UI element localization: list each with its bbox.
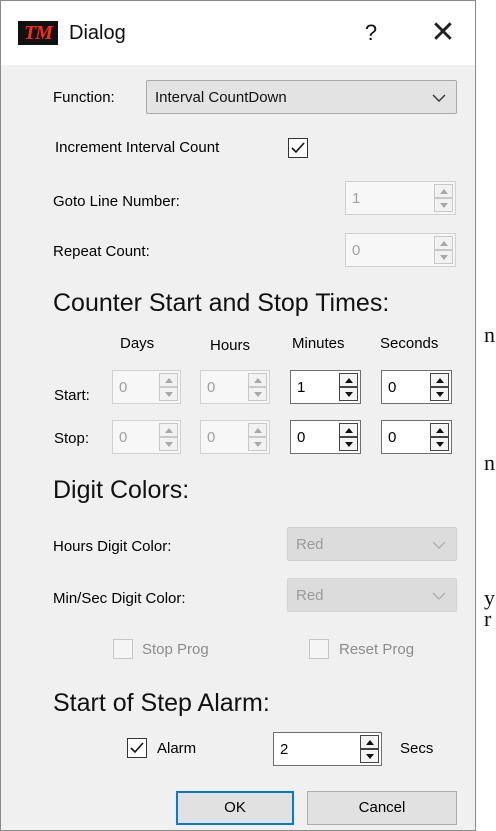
spin-up-icon[interactable] bbox=[430, 373, 449, 387]
min-sec-digit-color-label: Min/Sec Digit Color: bbox=[53, 590, 186, 607]
spin-down-icon[interactable] bbox=[339, 387, 358, 401]
ok-button[interactable]: OK bbox=[176, 791, 294, 825]
cancel-button[interactable]: Cancel bbox=[307, 791, 457, 825]
counter-section-heading: Counter Start and Stop Times: bbox=[53, 289, 390, 317]
title-bar: TM Dialog ? ✕ bbox=[1, 1, 475, 65]
increment-checkbox[interactable] bbox=[288, 138, 308, 158]
spin-down-icon[interactable] bbox=[248, 387, 267, 401]
start-days-value: 0 bbox=[119, 379, 128, 396]
goto-line-spinbox[interactable]: 1 bbox=[345, 181, 456, 215]
alarm-label: Alarm bbox=[157, 740, 197, 757]
stop-row-label: Stop: bbox=[54, 430, 90, 447]
spin-down-icon[interactable] bbox=[430, 387, 449, 401]
digit-colors-heading: Digit Colors: bbox=[53, 476, 190, 504]
stop-prog-label: Stop Prog bbox=[142, 641, 209, 658]
chevron-down-icon bbox=[432, 94, 446, 102]
start-minutes-spinbox[interactable]: 1 bbox=[290, 370, 361, 404]
goto-line-label: Goto Line Number: bbox=[53, 193, 180, 210]
checkmark-icon bbox=[130, 742, 144, 754]
spin-up-icon[interactable] bbox=[159, 423, 178, 437]
spin-up-icon[interactable] bbox=[339, 423, 358, 437]
spin-up-icon[interactable] bbox=[339, 373, 358, 387]
start-hours-spinbox[interactable]: 0 bbox=[200, 370, 270, 404]
stop-hours-value: 0 bbox=[207, 429, 216, 446]
min-sec-digit-color-dropdown[interactable]: Red bbox=[287, 578, 457, 612]
alarm-unit-label: Secs bbox=[400, 740, 434, 757]
dialog-window: TM Dialog ? ✕ Function: Interval CountDo… bbox=[0, 0, 476, 831]
stop-days-spinbox[interactable]: 0 bbox=[112, 420, 181, 454]
hours-digit-color-value: Red bbox=[296, 536, 324, 553]
spin-down-icon[interactable] bbox=[248, 437, 267, 451]
alarm-section-heading: Start of Step Alarm: bbox=[53, 689, 270, 717]
repeat-count-value: 0 bbox=[352, 242, 361, 259]
spin-up-icon[interactable] bbox=[434, 236, 453, 250]
spin-up-icon[interactable] bbox=[248, 423, 267, 437]
background-text-fragment: n bbox=[484, 322, 495, 347]
dialog-title: Dialog bbox=[69, 22, 126, 44]
alarm-checkbox[interactable] bbox=[127, 738, 147, 758]
background-text-fragment: r bbox=[484, 606, 492, 631]
spin-up-icon[interactable] bbox=[434, 184, 453, 198]
stop-minutes-value: 0 bbox=[297, 429, 306, 446]
spin-up-icon[interactable] bbox=[360, 735, 379, 749]
chevron-down-icon bbox=[432, 541, 446, 549]
spin-down-icon[interactable] bbox=[434, 198, 453, 212]
reset-prog-checkbox[interactable] bbox=[309, 639, 329, 659]
spin-down-icon[interactable] bbox=[159, 387, 178, 401]
stop-seconds-value: 0 bbox=[388, 429, 397, 446]
start-days-spinbox[interactable]: 0 bbox=[112, 370, 181, 404]
close-button[interactable]: ✕ bbox=[421, 13, 465, 53]
stop-seconds-spinbox[interactable]: 0 bbox=[381, 420, 452, 454]
column-header-days: Days bbox=[120, 335, 155, 352]
checkmark-icon bbox=[291, 142, 305, 154]
function-value: Interval CountDown bbox=[155, 89, 287, 106]
app-logo: TM bbox=[18, 21, 58, 45]
function-label: Function: bbox=[53, 89, 115, 106]
hours-digit-color-label: Hours Digit Color: bbox=[53, 538, 172, 555]
spin-down-icon[interactable] bbox=[434, 250, 453, 264]
start-seconds-value: 0 bbox=[388, 379, 397, 396]
chevron-down-icon bbox=[432, 592, 446, 600]
spin-up-icon[interactable] bbox=[159, 373, 178, 387]
spin-down-icon[interactable] bbox=[159, 437, 178, 451]
repeat-count-label: Repeat Count: bbox=[53, 243, 150, 260]
start-minutes-value: 1 bbox=[297, 379, 306, 396]
stop-minutes-spinbox[interactable]: 0 bbox=[290, 420, 361, 454]
close-icon: ✕ bbox=[430, 16, 456, 49]
hours-digit-color-dropdown[interactable]: Red bbox=[287, 527, 457, 561]
spin-up-icon[interactable] bbox=[248, 373, 267, 387]
start-row-label: Start: bbox=[54, 387, 90, 404]
spin-down-icon[interactable] bbox=[430, 437, 449, 451]
help-button[interactable]: ? bbox=[351, 13, 391, 53]
column-header-hours: Hours bbox=[210, 337, 251, 354]
column-header-minutes: Minutes bbox=[292, 335, 345, 352]
stop-prog-checkbox[interactable] bbox=[113, 639, 133, 659]
stop-hours-spinbox[interactable]: 0 bbox=[200, 420, 270, 454]
reset-prog-label: Reset Prog bbox=[339, 641, 415, 658]
spin-down-icon[interactable] bbox=[360, 749, 379, 763]
min-sec-digit-color-value: Red bbox=[296, 587, 324, 604]
start-seconds-spinbox[interactable]: 0 bbox=[381, 370, 452, 404]
stop-days-value: 0 bbox=[119, 429, 128, 446]
background-text-fragment: n bbox=[484, 450, 495, 475]
column-header-seconds: Seconds bbox=[380, 335, 439, 352]
spin-up-icon[interactable] bbox=[430, 423, 449, 437]
function-dropdown[interactable]: Interval CountDown bbox=[146, 80, 457, 114]
start-hours-value: 0 bbox=[207, 379, 216, 396]
goto-line-value: 1 bbox=[352, 190, 361, 207]
alarm-seconds-spinbox[interactable]: 2 bbox=[273, 732, 382, 766]
spin-down-icon[interactable] bbox=[339, 437, 358, 451]
alarm-seconds-value: 2 bbox=[280, 741, 289, 758]
repeat-count-spinbox[interactable]: 0 bbox=[345, 233, 456, 267]
increment-label: Increment Interval Count bbox=[55, 139, 220, 156]
